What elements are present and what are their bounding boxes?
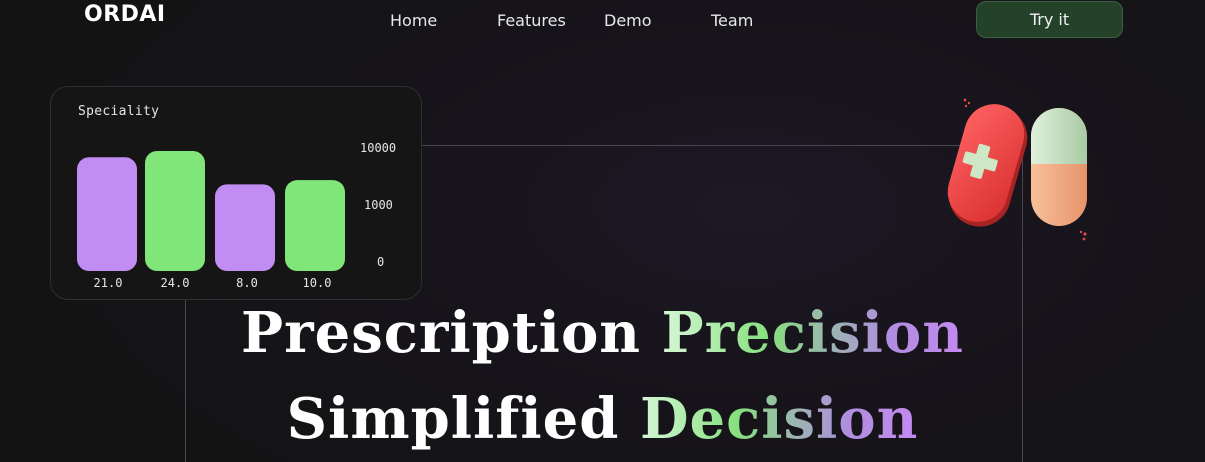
try-it-button[interactable]: Try it [976,1,1123,38]
y-tick-10000: 10000 [360,141,397,155]
bar-value-label: 24.0 [160,276,190,290]
bar [215,184,275,271]
y-tick-0: 0 [377,255,385,269]
headline-plain: Prescription [241,300,642,366]
bar [77,157,137,271]
bar-value-label: 8.0 [236,276,258,290]
nav-demo[interactable]: Demo [604,11,652,30]
headline-line-1: Prescription Precision [0,300,1205,366]
y-tick-1000: 1000 [364,198,393,212]
bar-value-label: 21.0 [93,276,123,290]
connector-line-horizontal [422,145,982,146]
speciality-chart-card: Speciality 10000 1000 0 21.0 24.0 8.0 10… [50,86,422,300]
headline-accent: Precision [661,300,964,366]
bar-chart [77,151,345,271]
nav-home[interactable]: Home [390,11,437,30]
headline-accent: Decision [639,386,919,452]
headline-plain: Simplified [286,386,620,452]
bar [285,180,345,271]
logo[interactable]: ORDAI [84,2,166,27]
bar-value-label: 10.0 [302,276,332,290]
nav-team[interactable]: Team [711,11,753,30]
medicine-capsule-icon [947,98,1087,241]
headline-line-2: Simplified Decision [0,386,1205,452]
bar [145,151,205,271]
nav-features[interactable]: Features [497,11,566,30]
